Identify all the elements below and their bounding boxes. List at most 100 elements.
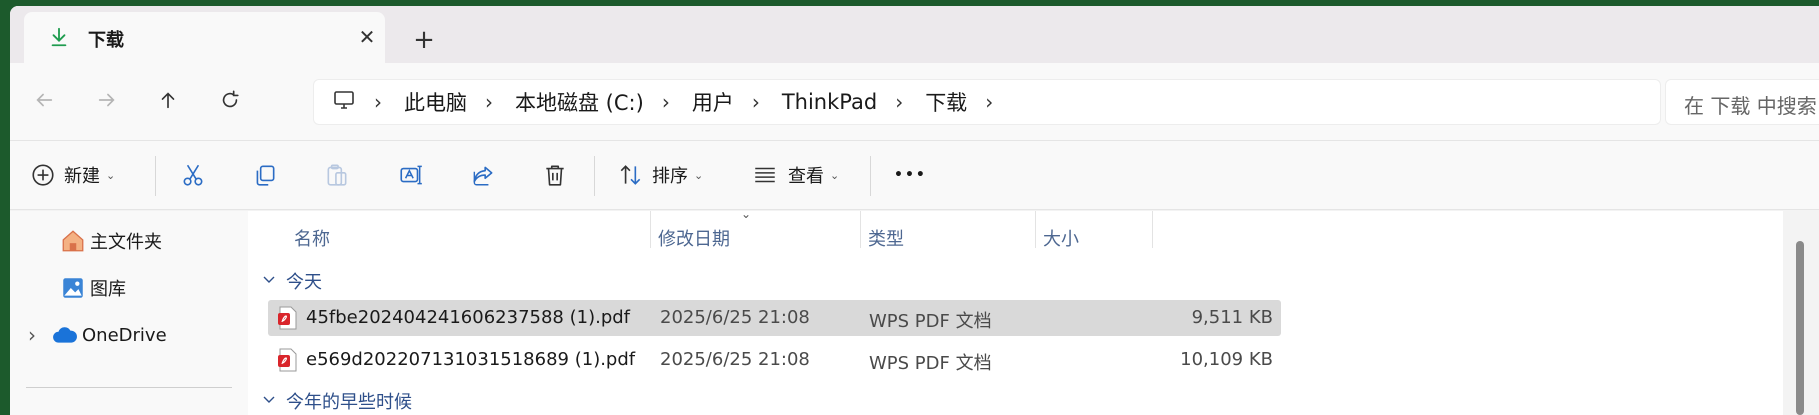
refresh-icon	[222, 90, 239, 108]
scrollbar-thumb[interactable]	[1796, 241, 1804, 415]
sidebar-item-label: 图库	[90, 279, 126, 300]
breadcrumb: › 此电脑 › 本地磁盘 (C:) › 用户 › ThinkPad › 下载 ›	[332, 80, 1015, 124]
column-header-size[interactable]: 大小	[1043, 225, 1079, 251]
chevron-right-icon[interactable]: ›	[752, 90, 782, 114]
address-bar[interactable]: › 此电脑 › 本地磁盘 (C:) › 用户 › ThinkPad › 下载 ›	[313, 79, 1661, 125]
cut-button[interactable]	[180, 155, 206, 195]
sidebar-item-home[interactable]: 主文件夹	[60, 226, 162, 256]
chevron-right-icon[interactable]: ›	[485, 90, 515, 114]
breadcrumb-downloads[interactable]: 下载	[925, 87, 985, 117]
gallery-icon	[63, 278, 83, 298]
file-size: 9,511 KB	[1191, 307, 1273, 328]
chevron-right-icon[interactable]: ›	[985, 90, 1015, 114]
rename-icon	[400, 165, 422, 185]
column-divider[interactable]	[860, 211, 861, 248]
breadcrumb-users[interactable]: 用户	[692, 87, 752, 117]
chevron-down-icon: ⌄	[830, 168, 840, 182]
paste-button[interactable]	[324, 155, 350, 195]
pdf-file-icon	[278, 306, 297, 330]
pdf-file-icon	[278, 348, 297, 372]
trash-icon	[546, 165, 564, 186]
table-row[interactable]: 45fbe202404241606237588 (1).pdf 2025/6/2…	[268, 300, 1281, 336]
breadcrumb-local-disk[interactable]: 本地磁盘 (C:)	[515, 87, 662, 117]
share-button[interactable]	[470, 155, 496, 195]
file-modified: 2025/6/25 21:08	[660, 349, 810, 370]
sort-label: 排序	[652, 166, 688, 187]
view-button[interactable]: 查看 ⌄	[752, 155, 839, 195]
delete-button[interactable]	[542, 155, 568, 195]
group-header-today[interactable]: 今天	[262, 268, 322, 294]
file-list: 名称 ⌄ 修改日期 类型 大小 今天 45fbe2024042416062375…	[248, 207, 1819, 415]
explorer-window: 下载 ✕ + › 此电脑 › 本地磁盘 (C:) › 用户 › ThinkPad…	[10, 6, 1819, 415]
chevron-down-icon: ⌄	[106, 168, 116, 182]
copy-button[interactable]	[252, 155, 278, 195]
chevron-down-icon: ⌄	[694, 168, 704, 182]
paste-icon	[327, 164, 347, 186]
sort-button[interactable]: 排序 ⌄	[618, 155, 703, 195]
address-row: › 此电脑 › 本地磁盘 (C:) › 用户 › ThinkPad › 下载 ›…	[10, 63, 1819, 141]
column-header-name[interactable]: 名称	[294, 225, 330, 251]
file-type: WPS PDF 文档	[869, 353, 992, 374]
more-options-button[interactable]: •••	[894, 155, 927, 195]
sidebar-item-gallery[interactable]: 图库	[60, 273, 126, 303]
scissors-icon	[183, 164, 203, 186]
column-header-modified[interactable]: 修改日期	[658, 225, 730, 251]
group-label: 今天	[286, 272, 322, 293]
download-icon	[51, 27, 67, 47]
plus-circle-icon	[32, 164, 54, 186]
forward-button[interactable]	[87, 80, 127, 120]
breadcrumb-this-pc[interactable]: 此电脑	[404, 87, 485, 117]
chevron-right-icon[interactable]: ›	[662, 90, 692, 114]
chevron-down-icon	[262, 392, 276, 410]
new-button[interactable]: 新建 ⌄	[30, 155, 115, 195]
rename-button[interactable]	[398, 155, 424, 195]
back-button[interactable]	[24, 80, 64, 120]
sidebar-item-onedrive[interactable]: › OneDrive	[28, 320, 167, 350]
table-row[interactable]: e569d202207131031518689 (1).pdf 2025/6/2…	[268, 342, 1281, 378]
chevron-right-icon[interactable]: ›	[895, 90, 925, 114]
file-modified: 2025/6/25 21:08	[660, 307, 810, 328]
new-label: 新建	[64, 166, 100, 187]
file-name: 45fbe202404241606237588 (1).pdf	[306, 307, 631, 328]
sidebar-divider	[26, 387, 232, 388]
file-type: WPS PDF 文档	[869, 311, 992, 332]
breadcrumb-thinkpad[interactable]: ThinkPad	[782, 90, 895, 114]
sidebar-item-label: 主文件夹	[90, 232, 162, 253]
computer-icon[interactable]	[332, 88, 374, 117]
group-label: 今年的早些时候	[286, 392, 412, 413]
toolbar-divider	[870, 156, 871, 196]
command-bar: 新建 ⌄ 排序 ⌄ 查看 ⌄ •••	[10, 141, 1819, 210]
column-divider[interactable]	[1035, 211, 1036, 248]
new-tab-button[interactable]: +	[410, 25, 438, 55]
up-button[interactable]	[148, 80, 188, 120]
sort-icon	[620, 165, 641, 185]
refresh-button[interactable]	[210, 80, 250, 120]
sort-indicator-icon: ⌄	[741, 207, 752, 221]
navigation-pane: 主文件夹 图库 › OneDrive	[10, 211, 248, 415]
tab-downloads[interactable]: 下载 ✕	[24, 12, 385, 63]
arrow-right-icon	[98, 93, 115, 107]
column-divider[interactable]	[1152, 211, 1153, 248]
copy-icon	[256, 165, 275, 186]
file-name: e569d202207131031518689 (1).pdf	[306, 349, 636, 370]
group-header-earlier-this-year[interactable]: 今年的早些时候	[262, 388, 412, 414]
scrollbar[interactable]	[1783, 211, 1819, 415]
cloud-icon	[53, 327, 77, 343]
search-placeholder: 在 下载 中搜索	[1684, 94, 1817, 118]
tab-bar: 下载 ✕ +	[10, 6, 1819, 63]
sidebar-item-label: OneDrive	[82, 324, 167, 346]
tab-title: 下载	[88, 30, 124, 51]
chevron-right-icon[interactable]: ›	[374, 90, 404, 114]
column-header-type[interactable]: 类型	[868, 225, 904, 251]
toolbar-divider	[155, 156, 156, 196]
close-icon[interactable]: ✕	[356, 25, 378, 49]
arrow-up-icon	[161, 92, 175, 109]
toolbar-divider	[594, 156, 595, 196]
column-divider[interactable]	[650, 211, 651, 248]
share-icon	[473, 166, 493, 186]
search-input[interactable]: 在 下载 中搜索	[1665, 79, 1819, 125]
arrow-left-icon	[36, 93, 53, 107]
chevron-right-icon[interactable]: ›	[28, 323, 36, 347]
view-label: 查看	[788, 166, 824, 187]
file-size: 10,109 KB	[1180, 349, 1273, 370]
